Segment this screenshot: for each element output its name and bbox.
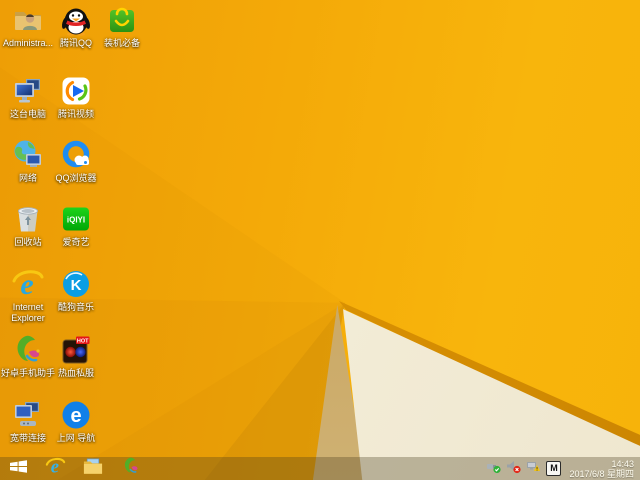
internet-explorer-icon: e [11,267,45,301]
taskbar-clock[interactable]: 14:43 2017/6/8 星期四 [569,459,634,479]
taskbar-file-explorer[interactable] [74,457,112,480]
iqiyi-icon: iQIYI [59,202,93,236]
start-button[interactable] [0,457,36,480]
haozhuo-swirl-icon [11,333,45,367]
windows-logo-icon [9,459,28,479]
desktop-icon-rexue-sifu[interactable]: HOT 热血私服 [48,333,104,379]
svg-text:K: K [71,277,82,294]
qq-penguin-icon [59,3,93,37]
taskbar-haozhuo[interactable] [112,457,150,480]
blue-e-icon: e [59,398,93,432]
clock-time: 14:43 [611,458,634,469]
ime-indicator[interactable]: M [546,461,562,476]
game-hot-icon: HOT [59,333,93,367]
clock-date: 2017/6/8 星期四 [569,468,634,479]
volume-muted-icon[interactable] [506,459,522,479]
haozhuo-swirl-icon [121,456,141,480]
icon-label: QQ浏览器 [55,173,97,183]
icon-label: 上网 导航 [56,433,96,443]
desktop: Administra... 腾讯QQ 装机必备 这台电脑 腾讯视频 网络 QQ浏… [0,0,640,480]
kugou-icon: K [59,267,93,301]
desktop-icon-iqiyi[interactable]: iQIYI 爱奇艺 [48,202,104,248]
desktop-icon-kugou-music[interactable]: K 酷狗音乐 [48,267,104,313]
icon-label: 腾讯视频 [57,109,94,119]
desktop-icon-zhuangji-bibei[interactable]: 装机必备 [94,3,150,49]
administrator-folder-icon [11,3,45,37]
system-tray: M 14:43 2017/6/8 星期四 [486,459,640,479]
taskbar-internet-explorer[interactable]: e [36,456,74,480]
icon-label: 爱奇艺 [62,237,90,247]
svg-text:iQIYI: iQIYI [67,216,85,225]
svg-text:e: e [70,405,81,427]
safely-remove-hardware-icon[interactable] [486,459,502,479]
network-globe-icon [11,138,45,172]
recycle-bin-icon [11,202,45,236]
icon-label: 热血私服 [57,368,94,378]
icon-label: 装机必备 [103,38,140,48]
broadband-connection-icon [11,398,45,432]
play-button-icon [59,74,93,108]
svg-text:HOT: HOT [77,338,89,344]
internet-explorer-icon: e [45,456,66,480]
taskbar: e M 14:43 2017/6/8 星期四 [0,456,640,480]
folder-icon [82,455,104,480]
desktop-icon-web-navigation[interactable]: e 上网 导航 [48,398,104,444]
green-bag-icon [105,3,139,37]
network-warning-icon[interactable] [526,459,541,479]
desktop-icon-tencent-video[interactable]: 腾讯视频 [48,74,104,120]
computer-icon [11,74,45,108]
icon-label: 酷狗音乐 [57,302,94,312]
qq-browser-icon [59,138,93,172]
desktop-icon-qq-browser[interactable]: QQ浏览器 [48,138,104,184]
